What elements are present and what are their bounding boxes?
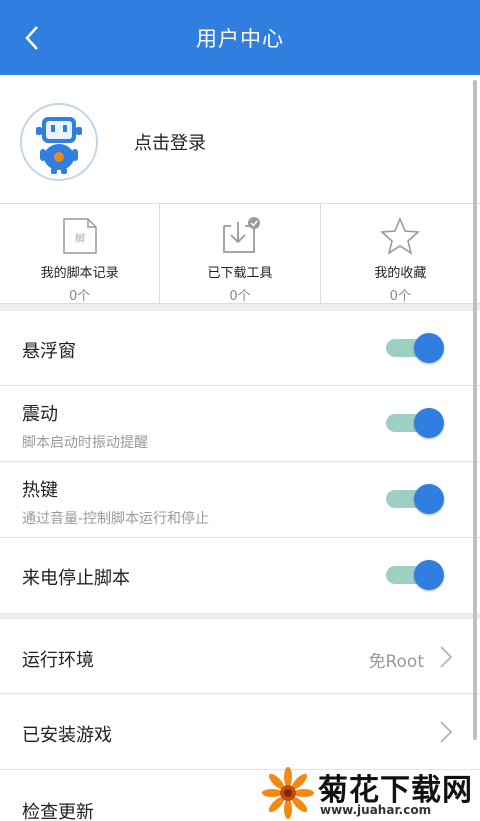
chevron-right-icon — [440, 646, 453, 668]
stat-count: 0个 — [69, 289, 91, 304]
chevron-left-icon — [25, 26, 38, 50]
stat-label: 已下载工具 — [207, 266, 273, 281]
toggle-knob — [414, 333, 444, 363]
top-bar: 用户中心 — [0, 0, 480, 75]
setting-label: 震动 — [22, 404, 58, 425]
nav-label: 已安装游戏 — [22, 725, 112, 746]
nav-runtime-environment[interactable]: 运行环境 免Root — [0, 619, 480, 694]
login-link[interactable]: 点击登录 — [134, 129, 206, 155]
nav-value: 免Root — [368, 652, 424, 672]
stat-label: 我的收藏 — [374, 266, 427, 281]
stat-downloaded-tools[interactable]: 已下载工具 0个 — [159, 204, 319, 304]
watermark-url: www.juahar.com — [320, 803, 432, 817]
setting-label: 来电停止脚本 — [22, 568, 130, 589]
stat-script-records[interactable]: 脚 我的脚本记录 0个 — [0, 204, 159, 304]
nav-label: 检查更新 — [22, 802, 94, 821]
stat-count: 0个 — [389, 289, 411, 304]
back-button[interactable] — [14, 18, 50, 58]
nav-installed-games[interactable]: 已安装游戏 — [0, 694, 480, 770]
setting-vibration[interactable]: 震动 脚本启动时振动提醒 — [0, 386, 480, 462]
setting-hotkey[interactable]: 热键 通过音量-控制脚本运行和停止 — [0, 462, 480, 538]
stat-count: 0个 — [229, 289, 251, 304]
setting-label: 热键 — [22, 480, 58, 501]
stats-bar: 脚 我的脚本记录 0个 已下载工具 0个 我的收藏 0个 — [0, 204, 480, 304]
scrollbar[interactable] — [473, 80, 477, 740]
robot-avatar-icon — [36, 117, 82, 174]
setting-stop-on-call[interactable]: 来电停止脚本 — [0, 538, 480, 613]
stop-on-call-toggle[interactable] — [386, 560, 444, 590]
avatar[interactable] — [20, 103, 98, 181]
vibration-toggle[interactable] — [386, 408, 444, 438]
download-tray-icon — [223, 217, 260, 253]
setting-description: 脚本启动时振动提醒 — [22, 435, 148, 451]
flower-logo-icon — [262, 767, 314, 819]
nav-label: 运行环境 — [22, 650, 94, 671]
svg-text:脚: 脚 — [75, 232, 85, 245]
hotkey-toggle[interactable] — [386, 484, 444, 514]
toggle-knob — [414, 484, 444, 514]
setting-description: 通过音量-控制脚本运行和停止 — [22, 511, 210, 527]
page-title: 用户中心 — [196, 26, 284, 51]
script-file-icon: 脚 — [62, 218, 97, 254]
profile-section[interactable]: 点击登录 — [0, 75, 480, 204]
star-icon — [380, 216, 421, 255]
chevron-right-icon — [440, 721, 453, 743]
setting-floating-window[interactable]: 悬浮窗 — [0, 311, 480, 386]
stat-label: 我的脚本记录 — [40, 266, 119, 281]
setting-label: 悬浮窗 — [22, 341, 76, 362]
stat-favorites[interactable]: 我的收藏 0个 — [319, 204, 480, 304]
floating-window-toggle[interactable] — [386, 333, 444, 363]
toggle-knob — [414, 408, 444, 438]
watermark: 菊花下载网 www.juahar.com — [262, 765, 480, 821]
toggle-knob — [414, 560, 444, 590]
switch-settings: 悬浮窗 震动 脚本启动时振动提醒 热键 通过音量-控制脚本运行和停止 来电停止脚… — [0, 311, 480, 613]
